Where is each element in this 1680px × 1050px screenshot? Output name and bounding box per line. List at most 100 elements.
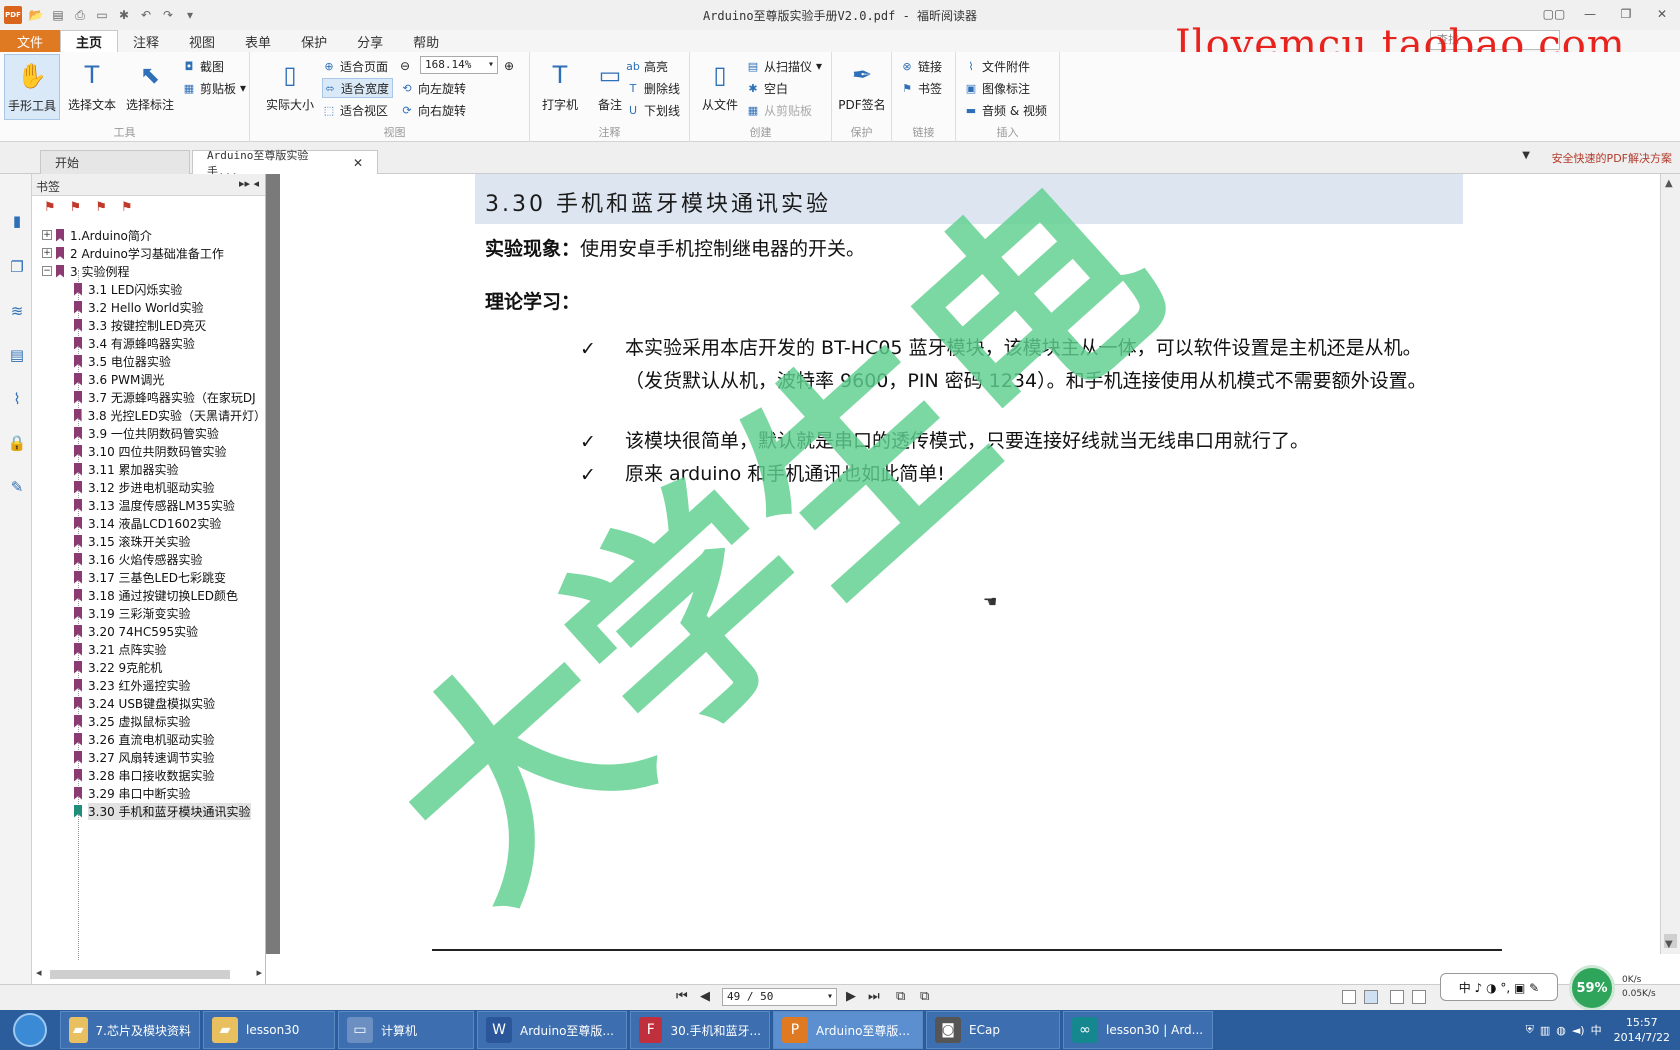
pages-panel-icon[interactable]: ❐ bbox=[6, 256, 28, 278]
bookmark-item[interactable]: 3.9 一位共阴数码管实验 bbox=[32, 424, 266, 442]
zoom-in-icon[interactable]: ⊕ bbox=[504, 56, 514, 76]
bookmark-item[interactable]: 3.7 无源蜂鸣器实验（在家玩DJ bbox=[32, 388, 266, 406]
bookmark-item[interactable]: 3.29 串口中断实验 bbox=[32, 784, 266, 802]
bookmark-item[interactable]: 3.15 滚珠开关实验 bbox=[32, 532, 266, 550]
image-annotation-button[interactable]: ▣ 图像标注 bbox=[964, 78, 1030, 98]
delete-bookmark-icon[interactable]: ⚑ bbox=[44, 200, 56, 215]
last-page-icon[interactable]: ⏭ bbox=[868, 989, 880, 1004]
scroll-left-icon[interactable]: ◂ bbox=[36, 966, 42, 979]
ime-toolbar[interactable]: 中 ♪ ◑ °, ▣ ✎ bbox=[1440, 973, 1558, 1001]
bookmark-item[interactable]: 3.8 光控LED实验（天黑请开灯） bbox=[32, 406, 266, 424]
bookmark-item[interactable]: 3.10 四位共阴数码管实验 bbox=[32, 442, 266, 460]
clipboard-button[interactable]: ▦ 剪贴板 ▾ bbox=[182, 78, 246, 98]
bookmark-item[interactable]: 3.2 Hello World实验 bbox=[32, 298, 266, 316]
bookmark-item[interactable]: 3.18 通过按键切换LED颜色 bbox=[32, 586, 266, 604]
print-preview-icon[interactable]: ▭ bbox=[94, 7, 110, 23]
tab-form[interactable]: 表单 bbox=[230, 30, 286, 52]
zoom-select[interactable]: 168.14% bbox=[420, 56, 498, 74]
blank-button[interactable]: ✱ 空白 bbox=[746, 78, 788, 98]
taskbar-item[interactable]: W Arduino至尊版... bbox=[477, 1011, 627, 1049]
redo-icon[interactable]: ↷ bbox=[160, 7, 176, 23]
tab-start[interactable]: 开始 bbox=[40, 150, 190, 174]
taskbar-item[interactable]: ∞ lesson30 | Ard... bbox=[1063, 1011, 1213, 1049]
scroll-down-icon[interactable]: ▼ bbox=[1665, 939, 1673, 950]
scroll-up-icon[interactable]: ▲ bbox=[1665, 178, 1673, 189]
snapshot-button[interactable]: ◘ 截图 bbox=[182, 56, 224, 76]
document-vscrollbar[interactable]: ▲ ▼ bbox=[1660, 174, 1680, 954]
fit-visible-button[interactable]: ⬚ 适合视区 bbox=[322, 100, 388, 120]
bookmark-item[interactable]: 3.30 手机和蓝牙模块通讯实验 bbox=[32, 802, 266, 820]
bookmark-item[interactable]: 3.24 USB键盘模拟实验 bbox=[32, 694, 266, 712]
expand-toggle-icon[interactable]: + bbox=[42, 230, 52, 240]
tab-view[interactable]: 视图 bbox=[174, 30, 230, 52]
taskbar-item[interactable]: F 30.手机和蓝牙... bbox=[630, 1011, 770, 1049]
bookmark-item[interactable]: +2 Arduino学习基础准备工作 bbox=[32, 244, 266, 262]
previous-view-icon[interactable]: ⧉ bbox=[896, 989, 905, 1004]
from-scanner-button[interactable]: ▤ 从扫描仪 ▾ bbox=[746, 56, 822, 76]
bookmark-item[interactable]: 3.28 串口接收数据实验 bbox=[32, 766, 266, 784]
tab-protect[interactable]: 保护 bbox=[286, 30, 342, 52]
customize-qat-icon[interactable]: ▾ bbox=[182, 7, 198, 23]
hand-tool-button[interactable]: ✋ 手形工具 bbox=[4, 54, 60, 120]
continuous-facing-view-icon[interactable] bbox=[1412, 990, 1426, 1004]
scroll-right-icon[interactable]: ▸ bbox=[256, 966, 262, 979]
tab-list-icon[interactable]: ▼ bbox=[1522, 150, 1530, 161]
bookmark-item[interactable]: 3.20 74HC595实验 bbox=[32, 622, 266, 640]
attachments-panel-icon[interactable]: ⌇ bbox=[6, 388, 28, 410]
bookmark-item[interactable]: 3.4 有源蜂鸣器实验 bbox=[32, 334, 266, 352]
select-annotation-button[interactable]: ⬉ 选择标注 bbox=[122, 54, 178, 120]
bookmark-item[interactable]: 3.14 液晶LCD1602实验 bbox=[32, 514, 266, 532]
open-icon[interactable]: 📂 bbox=[28, 7, 44, 23]
bookmark-item[interactable]: 3.5 电位器实验 bbox=[32, 352, 266, 370]
start-button[interactable] bbox=[0, 1010, 60, 1050]
bookmark-item[interactable]: 3.23 红外遥控实验 bbox=[32, 676, 266, 694]
strikeout-button[interactable]: T 删除线 bbox=[626, 78, 680, 98]
tab-file[interactable]: 文件 bbox=[0, 30, 60, 52]
taskbar-item[interactable]: ▰ lesson30 bbox=[203, 1011, 335, 1049]
bookmark-item[interactable]: 3.26 直流电机驱动实验 bbox=[32, 730, 266, 748]
network-monitor-ball[interactable]: 59% bbox=[1569, 965, 1615, 1011]
scroll-thumb[interactable] bbox=[50, 970, 230, 979]
underline-button[interactable]: U 下划线 bbox=[626, 100, 680, 120]
bookmark-item[interactable]: 3.11 累加器实验 bbox=[32, 460, 266, 478]
prev-page-icon[interactable]: ◀ bbox=[700, 989, 710, 1004]
from-file-button[interactable]: ▯ 从文件 bbox=[692, 54, 748, 120]
highlight-button[interactable]: ab 高亮 bbox=[626, 56, 668, 76]
bookmark-item[interactable]: 3.22 9克舵机 bbox=[32, 658, 266, 676]
layers-panel-icon[interactable]: ≋ bbox=[6, 300, 28, 322]
next-view-icon[interactable]: ⧉ bbox=[920, 989, 929, 1004]
fit-page-button[interactable]: ⊕ 适合页面 bbox=[322, 56, 388, 76]
actual-size-button[interactable]: ▯ 实际大小 bbox=[262, 54, 318, 120]
network-tray-icon[interactable]: ▥ bbox=[1540, 1024, 1550, 1037]
save-icon[interactable]: ▤ bbox=[50, 7, 66, 23]
zoom-out-icon[interactable]: ⊖ bbox=[400, 56, 410, 76]
promo-link[interactable]: 安全快速的PDF解决方案 bbox=[1552, 150, 1672, 166]
next-page-icon[interactable]: ▶ bbox=[846, 989, 856, 1004]
expand-bookmark-icon[interactable]: ⚑ bbox=[95, 200, 107, 215]
tab-comment[interactable]: 注释 bbox=[118, 30, 174, 52]
bookmark-item[interactable]: 3.21 点阵实验 bbox=[32, 640, 266, 658]
link-button[interactable]: ⊗ 链接 bbox=[900, 56, 942, 76]
undo-icon[interactable]: ↶ bbox=[138, 7, 154, 23]
bookmark-item[interactable]: 3.1 LED闪烁实验 bbox=[32, 280, 266, 298]
tab-share[interactable]: 分享 bbox=[342, 30, 398, 52]
bookmark-item[interactable]: 3.6 PWM调光 bbox=[32, 370, 266, 388]
bookmarks-panel-icon[interactable]: ▮ bbox=[6, 210, 28, 232]
document-viewport[interactable]: 3.30 手机和蓝牙模块通讯实验 实验现象：使用安卓手机控制继电器的开关。 理论… bbox=[266, 174, 1660, 954]
language-tray-indicator[interactable]: 中 bbox=[1591, 1022, 1602, 1038]
bookmark-item[interactable]: +1.Arduino简介 bbox=[32, 226, 266, 244]
rotate-right-button[interactable]: ⟳ 向右旋转 bbox=[400, 100, 466, 120]
continuous-view-icon[interactable] bbox=[1364, 990, 1378, 1004]
taskbar-item[interactable]: P Arduino至尊版... bbox=[773, 1011, 923, 1049]
close-tab-icon[interactable]: ✕ bbox=[353, 156, 363, 170]
from-clipboard-button[interactable]: ▦ 从剪贴板 bbox=[746, 100, 812, 120]
tab-current-document[interactable]: Arduino至尊版实验手... ✕ bbox=[192, 149, 378, 178]
audio-video-button[interactable]: ▬ 音频 & 视频 bbox=[964, 100, 1047, 120]
new-bookmark-icon[interactable]: ⚑ bbox=[70, 200, 82, 215]
print-icon[interactable]: ⎙ bbox=[72, 7, 88, 23]
close-button[interactable]: ✕ bbox=[1644, 0, 1680, 28]
facing-view-icon[interactable] bbox=[1390, 990, 1404, 1004]
new-icon[interactable]: ✱ bbox=[116, 7, 132, 23]
taskbar-item[interactable]: ▭ 计算机 bbox=[338, 1011, 474, 1049]
volume-tray-icon[interactable]: ◄) bbox=[1572, 1024, 1585, 1037]
